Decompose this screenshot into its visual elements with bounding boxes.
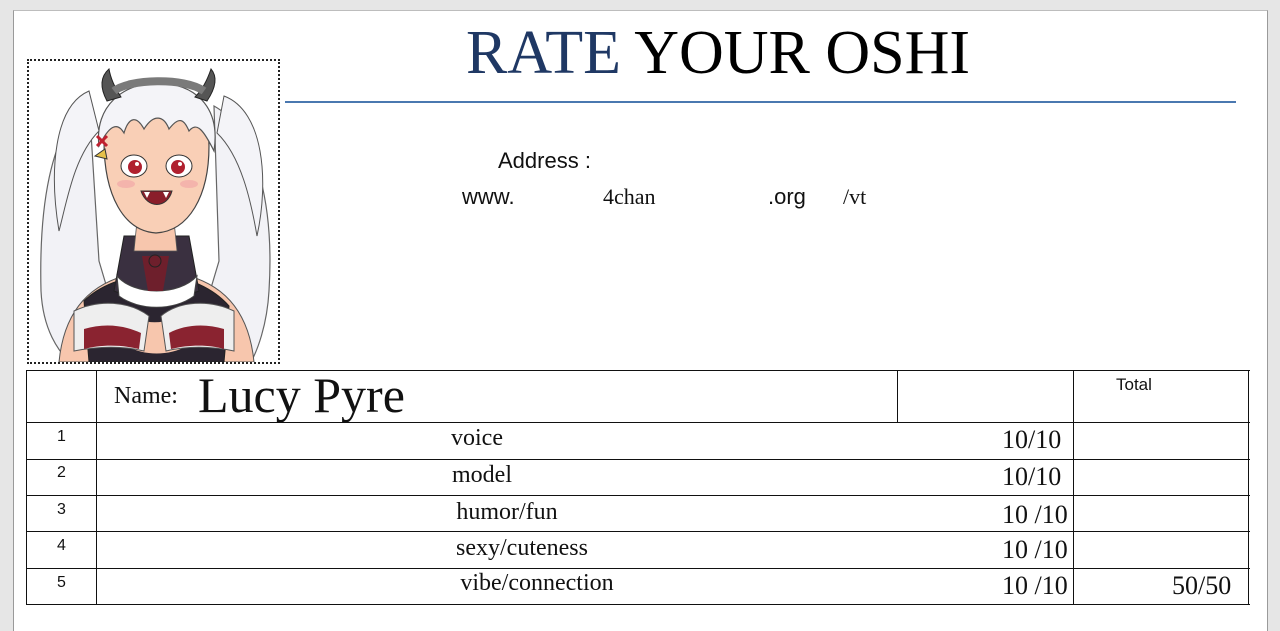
name-label: Name: <box>114 383 178 409</box>
address-board: /vt <box>843 184 867 209</box>
page-title: RATE YOUR OSHI <box>466 18 970 88</box>
oshi-portrait <box>27 59 280 364</box>
oshi-name: Lucy Pyre <box>198 367 405 423</box>
score-value: 10 /10 <box>1002 571 1068 600</box>
row-number: 1 <box>57 428 66 445</box>
total-label: Total <box>1116 375 1152 394</box>
row-number: 3 <box>57 501 66 518</box>
row-number: 5 <box>57 574 66 591</box>
total-score: 50/50 <box>1172 571 1232 600</box>
title-underline <box>285 101 1236 103</box>
score-value: 10/10 <box>1002 462 1062 491</box>
category-label: voice <box>451 425 503 451</box>
category-label: vibe/connection <box>460 570 614 596</box>
rating-table: Name: Lucy Pyre Total 1 voice 10/10 2 mo… <box>26 367 1250 606</box>
title-your-oshi: YOUR OSHI <box>634 19 971 87</box>
address-label: Address : <box>498 148 591 173</box>
category-label: humor/fun <box>456 499 558 525</box>
title-rate: RATE <box>466 19 621 87</box>
address-tld: .org <box>768 184 806 209</box>
category-label: sexy/cuteness <box>456 535 588 561</box>
address-www: www. <box>462 184 515 209</box>
row-number: 2 <box>57 464 66 481</box>
score-value: 10 /10 <box>1002 500 1068 529</box>
address-domain: 4chan <box>603 184 656 209</box>
score-value: 10 /10 <box>1002 535 1068 564</box>
anime-character-portrait-icon <box>40 68 271 362</box>
category-label: model <box>452 462 512 488</box>
row-number: 4 <box>57 537 66 554</box>
score-value: 10/10 <box>1002 425 1062 454</box>
